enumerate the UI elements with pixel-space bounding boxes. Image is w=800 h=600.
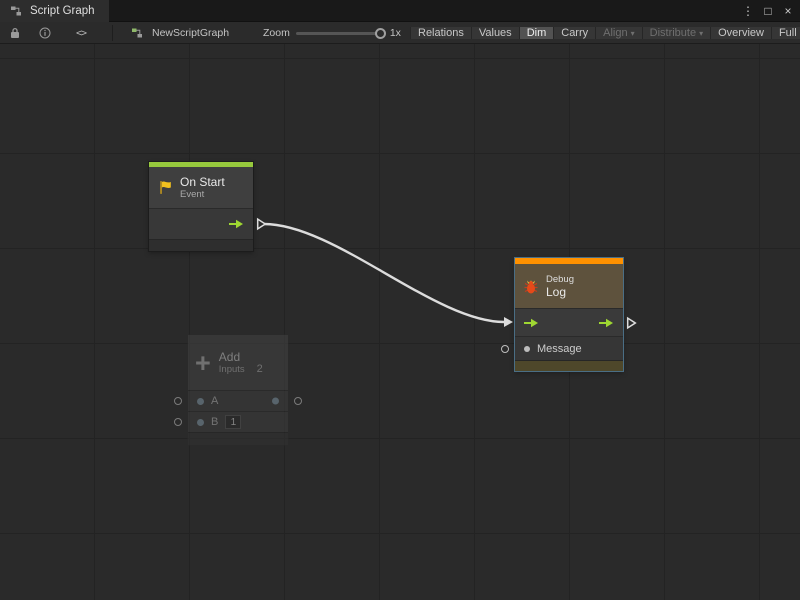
bug-icon — [522, 277, 540, 295]
overview-button[interactable]: Overview — [710, 27, 771, 39]
input-b-port[interactable] — [174, 418, 182, 426]
control-output-arrow-icon[interactable] — [228, 219, 245, 229]
add-node[interactable]: + Add Inputs 2 A B 1 — [188, 335, 288, 445]
input-b-dot-icon — [197, 419, 204, 426]
input-a-port[interactable] — [174, 397, 182, 405]
input-b-label: B — [211, 416, 218, 428]
node-category: Debug — [546, 274, 574, 285]
zoom-slider[interactable] — [296, 32, 384, 35]
graph-toolbar: <> NewScriptGraph Zoom 1x Relations Valu… — [0, 22, 800, 44]
add-input-b-row: B 1 — [188, 411, 288, 432]
node-title: Log — [546, 285, 574, 299]
control-input-arrow-icon[interactable] — [523, 318, 540, 328]
relations-button[interactable]: Relations — [410, 27, 471, 39]
debug-control-row — [515, 308, 623, 336]
maximize-icon[interactable]: □ — [760, 2, 776, 20]
node-subtitle: Inputs — [219, 364, 245, 375]
window-controls: ⋮ □ × — [740, 2, 800, 20]
output-port-triangle-icon[interactable] — [626, 316, 637, 329]
inputs-count[interactable]: 2 — [257, 364, 263, 375]
input-a-label: A — [211, 395, 218, 407]
debug-header: Debug Log — [515, 264, 623, 308]
input-a-dot-icon — [197, 398, 204, 405]
input-b-value-field[interactable]: 1 — [225, 415, 241, 429]
chevron-down-icon: ▾ — [699, 29, 703, 38]
info-icon[interactable] — [36, 24, 54, 42]
window-menu-icon[interactable]: ⋮ — [740, 2, 756, 20]
toolbar-separator — [112, 25, 113, 41]
add-header: + Add Inputs 2 — [188, 335, 288, 390]
zoom-label: Zoom — [263, 27, 290, 39]
align-button[interactable]: Align▾ — [595, 27, 641, 39]
values-button[interactable]: Values — [471, 27, 519, 39]
graph-name[interactable]: NewScriptGraph — [152, 27, 229, 39]
debug-log-node[interactable]: Debug Log Message — [515, 258, 623, 371]
output-sum-port[interactable] — [294, 397, 302, 405]
control-output-arrow-icon[interactable] — [598, 318, 615, 328]
graph-asset-icon — [128, 24, 146, 42]
chevron-down-icon: ▾ — [631, 29, 635, 38]
title-bar: Script Graph ⋮ □ × — [0, 0, 800, 22]
node-title: Add — [219, 350, 263, 364]
flag-icon — [156, 179, 174, 197]
message-input-port[interactable] — [501, 345, 509, 353]
output-port-triangle-icon[interactable] — [256, 218, 267, 231]
graph-canvas[interactable] — [0, 44, 800, 600]
add-input-a-row: A — [188, 390, 288, 411]
code-icon[interactable]: <> — [76, 28, 86, 39]
plus-icon: + — [195, 350, 211, 376]
on-start-node[interactable]: On Start Event — [149, 162, 253, 251]
on-start-header: On Start Event — [149, 167, 253, 208]
carry-button[interactable]: Carry — [553, 27, 595, 39]
script-graph-window: Script Graph ⋮ □ × <> NewScriptGraph — [0, 0, 800, 600]
script-graph-icon — [7, 2, 25, 20]
add-footer — [188, 432, 288, 445]
debug-footer — [515, 360, 623, 371]
debug-message-row: Message — [515, 336, 623, 360]
node-title: On Start — [180, 175, 225, 189]
tab-script-graph[interactable]: Script Graph — [0, 0, 109, 22]
close-icon[interactable]: × — [780, 2, 796, 20]
message-port-dot-icon — [524, 346, 530, 352]
zoom-value: 1x — [390, 27, 401, 39]
distribute-button[interactable]: Distribute▾ — [642, 27, 710, 39]
node-subtitle: Event — [180, 189, 225, 200]
fullscreen-button[interactable]: Full S — [771, 27, 800, 39]
dim-button[interactable]: Dim — [519, 27, 554, 39]
on-start-footer — [149, 239, 253, 251]
message-port-label: Message — [537, 343, 582, 355]
tab-title: Script Graph — [30, 5, 95, 17]
output-sum-dot-icon — [272, 398, 279, 405]
zoom-slider-handle[interactable] — [375, 28, 386, 39]
on-start-port-row — [149, 208, 253, 239]
lock-icon[interactable] — [6, 24, 24, 42]
